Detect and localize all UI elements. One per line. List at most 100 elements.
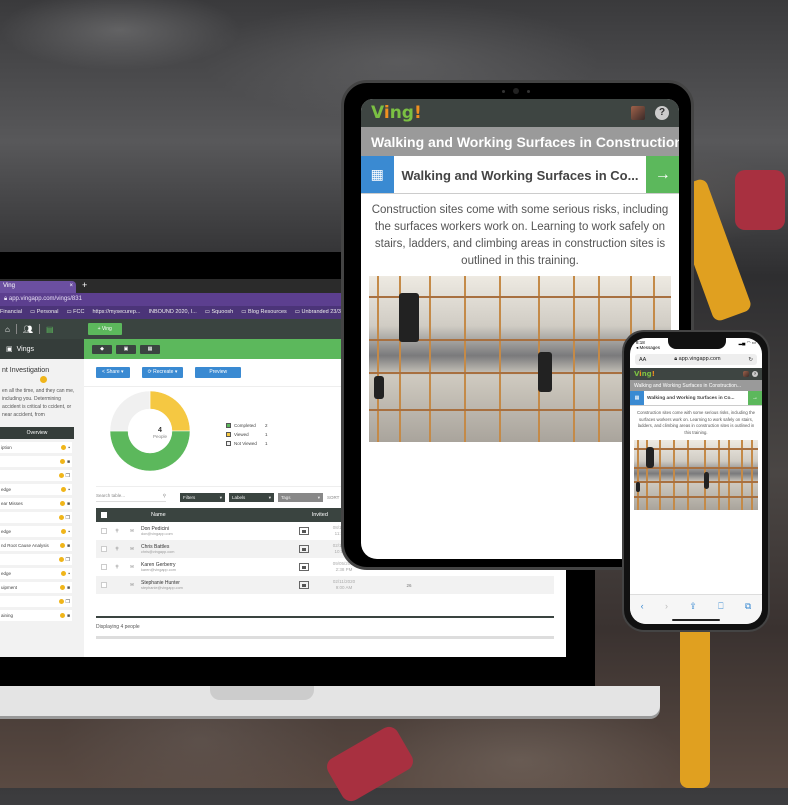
folder-icon[interactable]: ▤ bbox=[46, 325, 54, 334]
calendar-icon[interactable] bbox=[299, 545, 309, 553]
help-icon[interactable]: ? bbox=[655, 106, 669, 120]
gear-icon[interactable] bbox=[58, 557, 64, 562]
ving-description: Construction sites come with some seriou… bbox=[637, 410, 755, 435]
legend-label: Completed bbox=[234, 423, 256, 428]
browser-tab[interactable]: Ving × bbox=[0, 281, 76, 293]
people-label: People bbox=[152, 434, 167, 439]
people-icon[interactable]: 👥︎ bbox=[23, 325, 33, 334]
home-indicator bbox=[672, 619, 720, 621]
people-count: 4 bbox=[158, 427, 162, 434]
sidebar-item[interactable]: ❐ bbox=[0, 470, 72, 481]
bookmark-item[interactable]: ▭ Squoosh bbox=[205, 309, 233, 316]
recreate-button[interactable]: ⟳ Recreate ▾ bbox=[141, 367, 184, 378]
ving-logo[interactable]: Ving! bbox=[634, 370, 655, 378]
grid-menu-icon[interactable]: ▦ bbox=[361, 156, 394, 193]
row-checkbox[interactable] bbox=[101, 528, 107, 534]
sidebar-item-label: edge bbox=[1, 487, 12, 492]
gear-icon[interactable] bbox=[58, 599, 64, 604]
sidebar-item[interactable]: aining ■ bbox=[0, 610, 72, 621]
sidebar-item[interactable]: ❐ bbox=[0, 596, 72, 607]
row-checkbox[interactable] bbox=[101, 582, 107, 588]
help-icon[interactable]: ? bbox=[752, 371, 758, 377]
gear-icon[interactable] bbox=[61, 445, 67, 450]
gear-icon[interactable] bbox=[59, 613, 65, 618]
archive-icon[interactable]: ▦ bbox=[140, 344, 160, 354]
sidebar-item[interactable]: uipment ■ bbox=[0, 582, 72, 593]
gear-icon[interactable] bbox=[61, 571, 67, 576]
gear-icon[interactable] bbox=[59, 543, 65, 548]
share-button[interactable]: < Share ▾ bbox=[96, 367, 130, 378]
back-icon[interactable]: ‹ bbox=[641, 601, 644, 624]
bookmark-item[interactable]: ▭ FCC bbox=[66, 309, 84, 316]
address-bar[interactable]: AA 🔒︎ app.vingapp.com ↻ bbox=[635, 354, 757, 365]
add-ving-button[interactable]: + Ving bbox=[87, 323, 122, 335]
filters-dropdown[interactable]: Filters ▾ bbox=[180, 493, 225, 502]
bookmark-item[interactable]: https://mysecurep... bbox=[92, 309, 140, 316]
invited-column-header[interactable]: Invited bbox=[312, 512, 328, 518]
next-arrow-icon[interactable]: → bbox=[646, 156, 679, 193]
gear-icon[interactable] bbox=[61, 487, 67, 492]
sidebar-item[interactable]: iption ▪ bbox=[0, 442, 72, 453]
mail-icon: ✉ bbox=[130, 582, 134, 587]
bookmark-item[interactable]: INBOUND 2020, I... bbox=[148, 309, 196, 316]
calendar-icon[interactable] bbox=[299, 581, 309, 589]
robot-joint bbox=[735, 170, 785, 230]
home-icon[interactable]: ⌂ bbox=[5, 325, 10, 334]
user-icon: ⚲ bbox=[115, 564, 119, 569]
forward-icon[interactable]: › bbox=[665, 601, 668, 624]
laptop-notch bbox=[210, 686, 314, 700]
sidebar-item[interactable]: edge ▪ bbox=[0, 568, 72, 579]
grid-menu-icon[interactable]: ▦ bbox=[630, 391, 644, 405]
labels-dropdown[interactable]: Labels ▾ bbox=[229, 493, 274, 502]
legend-swatch bbox=[226, 441, 231, 446]
bookmark-item[interactable]: ▭ Personal bbox=[30, 309, 58, 316]
gear-icon[interactable] bbox=[61, 529, 67, 534]
calendar-icon[interactable] bbox=[299, 563, 309, 571]
person-cell: Don Pedicini don@vingapp.com bbox=[141, 526, 261, 536]
table-row[interactable]: ✉ Stephanie Hunter stephanie@vingapp.com … bbox=[96, 576, 554, 594]
legend-item: Viewed 1 bbox=[226, 432, 268, 437]
select-all-checkbox[interactable] bbox=[101, 512, 107, 518]
preview-button[interactable]: Preview bbox=[195, 367, 242, 378]
close-tab-icon[interactable]: × bbox=[69, 283, 73, 291]
name-column-header[interactable]: Name bbox=[151, 512, 166, 518]
copy-icon: ❐ bbox=[65, 598, 70, 605]
tabs-icon[interactable]: ⧉ bbox=[745, 601, 751, 624]
horizontal-scrollbar[interactable] bbox=[96, 636, 554, 639]
sidebar-item[interactable]: ■ bbox=[0, 456, 72, 467]
scaffold-pole bbox=[634, 480, 758, 483]
reload-icon[interactable]: ↻ bbox=[748, 357, 753, 363]
overview-button[interactable]: Overview bbox=[0, 427, 74, 439]
search-input[interactable]: Search table... ⚲ bbox=[96, 493, 166, 502]
back-to-messages[interactable]: ◂ Messages bbox=[636, 345, 660, 350]
ving-logo[interactable]: Ving! bbox=[371, 103, 422, 123]
calendar-icon[interactable] bbox=[299, 527, 309, 535]
tag-icon[interactable]: ◆ bbox=[92, 344, 112, 354]
next-arrow-icon[interactable]: → bbox=[748, 391, 762, 405]
contact-icon[interactable]: ▣ bbox=[116, 344, 136, 354]
sidebar-item[interactable]: ear Misses ■ bbox=[0, 498, 72, 509]
sidebar-item[interactable]: edge ▪ bbox=[0, 484, 72, 495]
bookmark-item[interactable]: ▭ Blog Resources bbox=[241, 309, 287, 316]
legend-swatch bbox=[226, 423, 231, 428]
text-size-button[interactable]: AA bbox=[639, 357, 646, 363]
mail-icon: ✉ bbox=[130, 564, 134, 569]
row-checkbox[interactable] bbox=[101, 546, 107, 552]
sidebar-item[interactable]: nd Root Cause Analysis ■ bbox=[0, 540, 72, 551]
worker-figure bbox=[646, 447, 655, 468]
gear-icon[interactable] bbox=[40, 376, 47, 383]
avatar[interactable] bbox=[631, 106, 645, 120]
gear-icon[interactable] bbox=[59, 501, 65, 506]
gear-icon[interactable] bbox=[58, 515, 64, 520]
sidebar-item[interactable]: edge ▪ bbox=[0, 526, 72, 537]
gear-icon[interactable] bbox=[58, 473, 64, 478]
avatar[interactable] bbox=[743, 371, 749, 377]
bookmark-item[interactable]: Financial bbox=[0, 309, 22, 316]
row-checkbox[interactable] bbox=[101, 564, 107, 570]
sidebar-item[interactable]: ❐ bbox=[0, 512, 72, 523]
sidebar-item[interactable]: ❐ bbox=[0, 554, 72, 565]
new-tab-button[interactable]: + bbox=[82, 280, 87, 290]
tags-dropdown[interactable]: Tags ▾ bbox=[278, 493, 323, 502]
gear-icon[interactable] bbox=[59, 585, 65, 590]
gear-icon[interactable] bbox=[59, 459, 65, 464]
